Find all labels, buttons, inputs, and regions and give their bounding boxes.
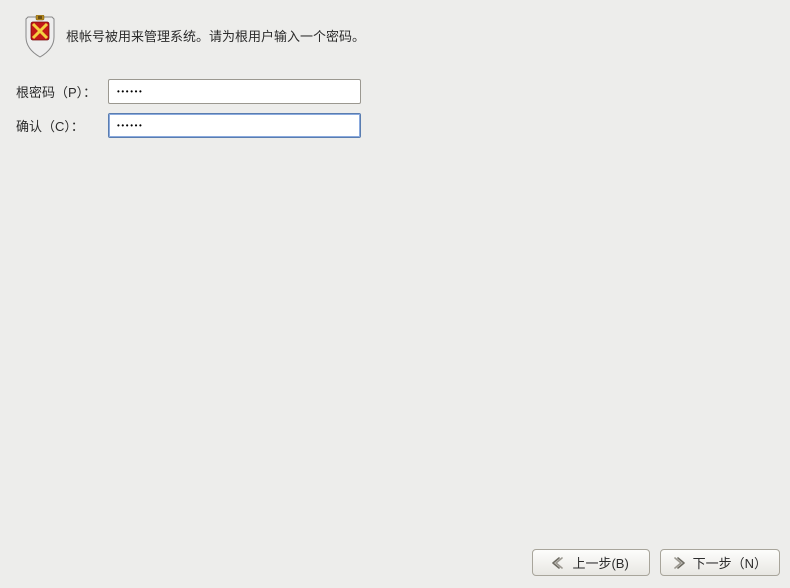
- password-row: 根密码（P）：: [16, 79, 774, 104]
- back-label: 上一步(B): [572, 553, 628, 572]
- arrow-right-icon: [673, 556, 691, 570]
- form-section: 根密码（P）： 确认（C）：: [0, 71, 790, 155]
- confirm-input[interactable]: [108, 113, 361, 138]
- header-description: 根帐号被用来管理系统。请为根用户输入一个密码。: [66, 27, 365, 47]
- confirm-row: 确认（C）：: [16, 113, 774, 138]
- shield-icon: [18, 15, 62, 59]
- password-label: 根密码（P）：: [16, 82, 108, 101]
- next-label: 下一步（N）: [693, 553, 767, 572]
- header-section: 根帐号被用来管理系统。请为根用户输入一个密码。: [0, 0, 790, 71]
- password-input[interactable]: [108, 79, 361, 104]
- confirm-label: 确认（C）：: [16, 116, 108, 135]
- footer-section: 上一步(B) 下一步（N）: [0, 537, 790, 588]
- arrow-left-icon: [552, 556, 570, 570]
- next-button[interactable]: 下一步（N）: [660, 549, 780, 576]
- back-button[interactable]: 上一步(B): [532, 549, 650, 576]
